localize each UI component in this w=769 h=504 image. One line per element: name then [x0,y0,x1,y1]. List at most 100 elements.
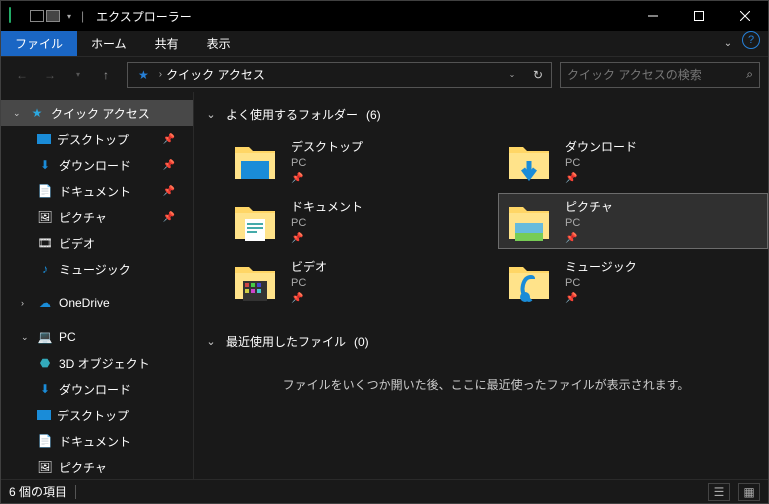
pin-icon: 📌 [291,293,327,304]
qat-properties-icon[interactable] [29,8,45,24]
close-button[interactable] [722,1,768,31]
sidebar-item-downloads[interactable]: ⬇ダウンロード📌 [1,152,193,178]
folder-location: PC [291,277,327,289]
folder-icon [505,197,553,245]
chevron-down-icon: ⌄ [204,335,218,348]
navbar: ← → ▾ ↑ ★ › クイック アクセス ⌄ ↻ ⌕ [1,56,768,92]
desktop-icon [37,134,51,144]
folder-item[interactable]: ミュージック PC 📌 [498,253,768,309]
sidebar-item-onedrive[interactable]: ›☁OneDrive [1,290,193,316]
section-count: (6) [366,108,381,122]
tab-share[interactable]: 共有 [141,31,193,56]
folder-icon [231,137,279,185]
expand-ribbon-icon[interactable]: ⌄ [718,31,738,56]
sidebar-item-label: ドキュメント [59,183,131,200]
section-frequent-header[interactable]: ⌄ よく使用するフォルダー (6) [204,102,768,133]
folder-name: ドキュメント [291,198,363,215]
documents-icon: 📄 [37,183,53,199]
chevron-down-icon: ⌄ [204,108,218,121]
sidebar-item-pc[interactable]: ⌄💻PC [1,324,193,350]
folder-name: ダウンロード [565,138,637,155]
folder-item[interactable]: ビデオ PC 📌 [224,253,494,309]
folder-name: ミュージック [565,258,637,275]
titlebar: ▾ | エクスプローラー [1,1,768,31]
search-box[interactable]: ⌕ [560,62,760,88]
sidebar-item-label: ダウンロード [59,157,131,174]
nav-history-dropdown[interactable]: ▾ [65,62,91,88]
nav-up-button[interactable]: ↑ [93,62,119,88]
sidebar-item-label: ビデオ [59,235,95,252]
view-large-icons-button[interactable]: ▦ [738,483,760,501]
search-icon[interactable]: ⌕ [746,67,753,82]
pin-icon: 📌 [163,186,175,197]
sidebar-item-pictures[interactable]: 🖼 ピクチャ 📌 [1,204,193,230]
sidebar-item-label: デスクトップ [57,131,129,148]
chevron-right-icon: › [159,69,162,80]
downloads-icon: ⬇ [37,157,53,173]
folder-icon [231,257,279,305]
sidebar-item-label: クイック アクセス [51,105,150,122]
maximize-button[interactable] [676,1,722,31]
folder-name: ビデオ [291,258,327,275]
address-bar[interactable]: ★ › クイック アクセス ⌄ ↻ [127,62,552,88]
address-dropdown-icon[interactable]: ⌄ [499,62,525,88]
pin-icon: 📌 [565,233,613,244]
videos-icon: 🎞 [37,235,53,251]
sidebar-item-label: ピクチャ [59,209,107,226]
status-item-count: 6 個の項目 [9,483,67,500]
minimize-button[interactable] [630,1,676,31]
sidebar-item-documents[interactable]: 📄 ドキュメント 📌 [1,178,193,204]
section-label: よく使用するフォルダー [226,106,358,123]
pin-icon: 📌 [291,233,363,244]
desktop-icon [37,410,51,420]
folder-grid: デスクトップ PC 📌 ダウンロード PC 📌 ドキュメント PC [204,133,768,329]
search-input[interactable] [567,68,746,82]
folder-location: PC [291,157,363,169]
folder-location: PC [565,157,637,169]
folder-item[interactable]: ピクチャ PC 📌 [498,193,768,249]
star-icon: ★ [29,105,45,121]
refresh-icon[interactable]: ↻ [525,68,551,82]
section-recent-header[interactable]: ⌄ 最近使用したファイル (0) [204,329,768,360]
tab-view[interactable]: 表示 [193,31,245,56]
folder-item[interactable]: ダウンロード PC 📌 [498,133,768,189]
pictures-icon: 🖼 [37,459,53,475]
folder-location: PC [565,277,637,289]
folder-icon [231,197,279,245]
folder-item[interactable]: ドキュメント PC 📌 [224,193,494,249]
sidebar-item-label: OneDrive [59,296,110,310]
sidebar-item-label: ミュージック [59,261,131,278]
sidebar-item-quick-access[interactable]: ⌄★ クイック アクセス [1,100,193,126]
sidebar-item-downloads-pc[interactable]: ⬇ダウンロード [1,376,193,402]
sidebar-item-label: ピクチャ [59,459,107,476]
sidebar-item-3d-objects[interactable]: ⬣3D オブジェクト [1,350,193,376]
view-details-button[interactable]: ☰ [708,483,730,501]
sidebar-item-music[interactable]: ♪ ミュージック [1,256,193,282]
tab-file[interactable]: ファイル [1,31,77,56]
qat-dropdown-icon[interactable]: ▾ [61,8,77,24]
pictures-icon: 🖼 [37,209,53,225]
sidebar-item-documents-pc[interactable]: 📄ドキュメント [1,428,193,454]
section-label: 最近使用したファイル [226,333,346,350]
folder-name: ピクチャ [565,198,613,215]
pin-icon: 📌 [163,212,175,223]
sidebar-item-label: PC [59,330,76,344]
documents-icon: 📄 [37,433,53,449]
sidebar-item-desktop-pc[interactable]: デスクトップ [1,402,193,428]
explorer-icon [9,8,25,24]
folder-item[interactable]: デスクトップ PC 📌 [224,133,494,189]
music-icon: ♪ [37,261,53,277]
recent-empty-message: ファイルをいくつか開いた後、ここに最近使ったファイルが表示されます。 [204,360,768,409]
cube-icon: ⬣ [37,355,53,371]
downloads-icon: ⬇ [37,381,53,397]
tab-home[interactable]: ホーム [77,31,141,56]
sidebar-item-videos[interactable]: 🎞 ビデオ [1,230,193,256]
qat-newfolder-icon[interactable] [45,8,61,24]
nav-back-button[interactable]: ← [9,62,35,88]
sidebar-item-pictures-pc[interactable]: 🖼 ピクチャ [1,454,193,479]
address-segment[interactable]: クイック アクセス [166,66,265,83]
nav-forward-button[interactable]: → [37,62,63,88]
sidebar-item-desktop[interactable]: デスクトップ📌 [1,126,193,152]
ribbon-tabs: ファイル ホーム 共有 表示 ⌄ ? [1,31,768,56]
help-icon[interactable]: ? [742,31,760,49]
